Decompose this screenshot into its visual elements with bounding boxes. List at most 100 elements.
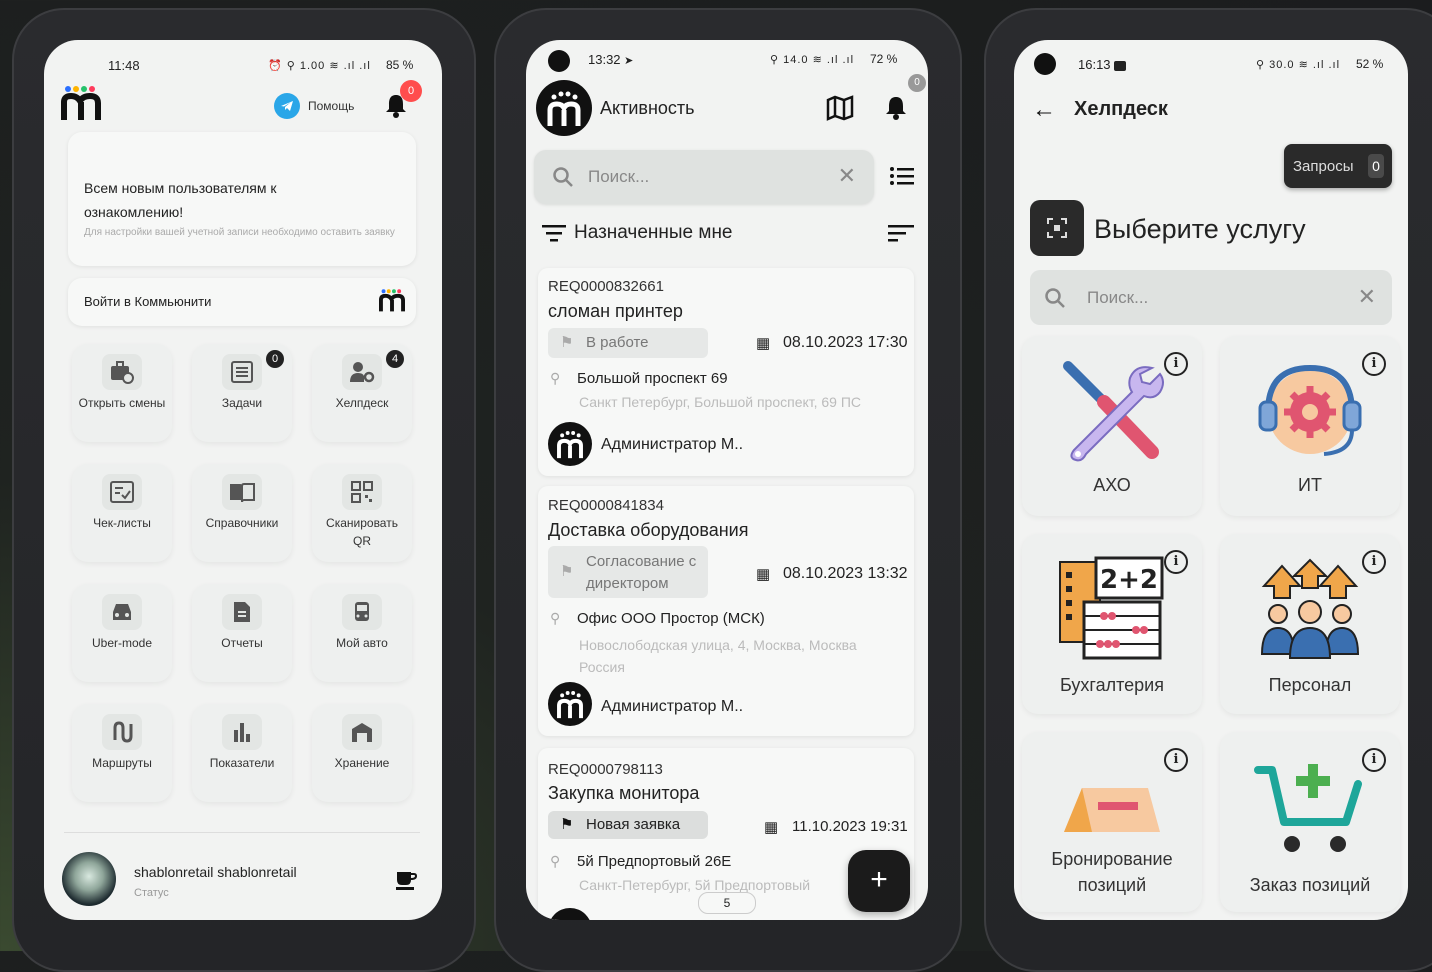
request-title: Доставка оборудования xyxy=(548,520,749,540)
filter-icon[interactable] xyxy=(542,224,566,242)
requests-label: Запросы xyxy=(1293,158,1354,175)
checklist-icon xyxy=(102,474,142,510)
search-field[interactable]: Поиск... ✕ xyxy=(1030,270,1392,325)
assignee-name: Администратор М.. xyxy=(601,436,744,453)
sort-icon[interactable] xyxy=(888,224,914,242)
tile-indicators[interactable]: Показатели xyxy=(192,704,292,802)
tools-icon xyxy=(1063,361,1164,462)
book-icon xyxy=(222,474,262,510)
community-logo-icon xyxy=(379,289,405,312)
service-name: Бухгалтерия xyxy=(1060,675,1164,695)
service-card-accounting[interactable]: i 2+2 Бухгалтерия xyxy=(1022,534,1202,714)
search-icon xyxy=(1045,288,1065,308)
status-time: 13:32 ➤ xyxy=(588,52,634,67)
bus-icon xyxy=(342,594,382,630)
service-card-it[interactable]: i ИТ xyxy=(1220,336,1400,516)
telegram-icon xyxy=(274,93,300,119)
tile-my-car[interactable]: Мой авто xyxy=(312,584,412,682)
assignee-avatar xyxy=(548,422,592,466)
notifications-button[interactable]: 0 xyxy=(884,74,926,122)
service-card-booking[interactable]: i Бронирование позиций xyxy=(1022,732,1202,912)
page-indicator: 5 xyxy=(698,892,756,914)
list-icon xyxy=(222,354,262,390)
notifications-button[interactable]: 0 xyxy=(384,80,422,120)
assignee-name: Администратор М.. xyxy=(601,698,744,715)
location-pin-icon: ⚲ xyxy=(550,853,561,869)
list-view-icon[interactable] xyxy=(890,166,914,186)
user-profile[interactable]: shablonretail shablonretail Статус xyxy=(60,850,430,910)
user-gear-icon xyxy=(342,354,382,390)
tile-label: Мой авто xyxy=(336,636,388,650)
tile-label: Хранение xyxy=(334,756,390,770)
request-address: Новослободская улица, 4, Москва, Москва … xyxy=(579,637,857,675)
community-login-button[interactable]: Войти в Коммьюнити xyxy=(68,278,416,326)
status-icons: ⏰ ⚲ 1.00 ≋ .ıl .ıl xyxy=(268,60,371,72)
request-place: 5й Предпортовый 26Е xyxy=(577,853,732,870)
map-icon[interactable] xyxy=(826,95,854,121)
bell-badge: 0 xyxy=(400,80,422,102)
tile-helpdesk[interactable]: Хелпдеск 4 xyxy=(312,344,412,442)
app-avatar-logo xyxy=(536,80,592,136)
status-icons: ⚲ 14.0 ≋ .ıl .ıl xyxy=(770,54,855,66)
search-field[interactable]: Поиск... ✕ xyxy=(534,150,874,204)
phone-screen-home: 11:48 ⏰ ⚲ 1.00 ≋ .ıl .ıl 85 % Помощь 0 В… xyxy=(44,40,442,920)
tile-scan-qr[interactable]: Сканировать QR xyxy=(312,464,412,562)
battery-level: 85 % xyxy=(386,58,414,72)
user-status: Статус xyxy=(134,887,169,899)
search-input[interactable]: Поиск... xyxy=(588,167,649,187)
announcement-card[interactable]: Всем новым пользователям к ознакомлению!… xyxy=(68,132,416,266)
bell-icon xyxy=(886,97,906,120)
service-card-aho[interactable]: i АХО xyxy=(1022,336,1202,516)
search-input[interactable]: Поиск... xyxy=(1087,288,1148,308)
back-arrow-icon[interactable]: ← xyxy=(1032,96,1056,124)
service-selector-icon xyxy=(1030,200,1084,256)
info-icon[interactable]: i xyxy=(1164,748,1188,772)
tile-directories[interactable]: Справочники xyxy=(192,464,292,562)
clear-search-icon[interactable]: ✕ xyxy=(838,163,856,189)
request-card[interactable]: REQ0000832661 сломан принтер ⚑ В работе … xyxy=(538,268,914,476)
briefcase-clock-icon xyxy=(102,354,142,390)
status-time: 11:48 xyxy=(108,58,140,73)
page-title: Хелпдеск xyxy=(1074,98,1168,120)
tile-routes[interactable]: Маршруты xyxy=(72,704,172,802)
status-icons: ⚲ 30.0 ≋ .ıl .ıl xyxy=(1256,59,1341,71)
service-name: Бронирование позиций xyxy=(1051,849,1173,895)
request-title: Закупка монитора xyxy=(548,783,700,803)
tile-label: Показатели xyxy=(209,756,275,770)
help-button[interactable]: Помощь xyxy=(274,92,354,120)
people-icon xyxy=(1260,558,1360,659)
tile-tasks[interactable]: Задачи 0 xyxy=(192,344,292,442)
flag-icon: ⚑ xyxy=(560,816,574,833)
qr-icon xyxy=(342,474,382,510)
booking-icon xyxy=(1064,788,1160,832)
tile-open-shift[interactable]: Открыть смены xyxy=(72,344,172,442)
bell-badge: 0 xyxy=(908,74,926,92)
flag-icon: ⚑ xyxy=(560,334,574,351)
tile-reports[interactable]: Отчеты xyxy=(192,584,292,682)
assignee-avatar xyxy=(548,908,592,920)
coffee-icon[interactable] xyxy=(394,868,418,892)
tile-label: Открыть смены xyxy=(78,396,166,410)
service-card-order[interactable]: i Заказ позиций xyxy=(1220,732,1400,912)
request-card[interactable]: REQ0000841834 Доставка оборудования ⚑ Со… xyxy=(538,486,914,736)
tile-label: Хелпдеск xyxy=(335,396,389,410)
tile-label: Справочники xyxy=(205,516,279,530)
status-chip: ⚑ Согласование с директором xyxy=(548,546,708,598)
car-icon xyxy=(102,594,142,630)
tile-storage[interactable]: Хранение xyxy=(312,704,412,802)
requests-button[interactable]: Запросы 0 xyxy=(1284,144,1392,188)
add-request-button[interactable]: + xyxy=(848,850,910,912)
assignee-avatar xyxy=(548,682,592,726)
abacus-icon: 2+2 xyxy=(1059,556,1164,660)
request-id: REQ0000832661 xyxy=(548,278,664,295)
report-icon xyxy=(222,594,262,630)
tile-checklists[interactable]: Чек-листы xyxy=(72,464,172,562)
tile-uber-mode[interactable]: Uber-mode xyxy=(72,584,172,682)
filter-title[interactable]: Назначенные мне xyxy=(574,222,733,244)
service-name: Заказ позиций xyxy=(1249,875,1371,895)
request-address: Санкт Петербург, Большой проспект, 69 ПС xyxy=(579,394,862,410)
tile-badge: 0 xyxy=(266,350,284,368)
avatar xyxy=(62,852,116,906)
clear-search-icon[interactable]: ✕ xyxy=(1358,284,1376,310)
service-card-personnel[interactable]: i Персонал xyxy=(1220,534,1400,714)
